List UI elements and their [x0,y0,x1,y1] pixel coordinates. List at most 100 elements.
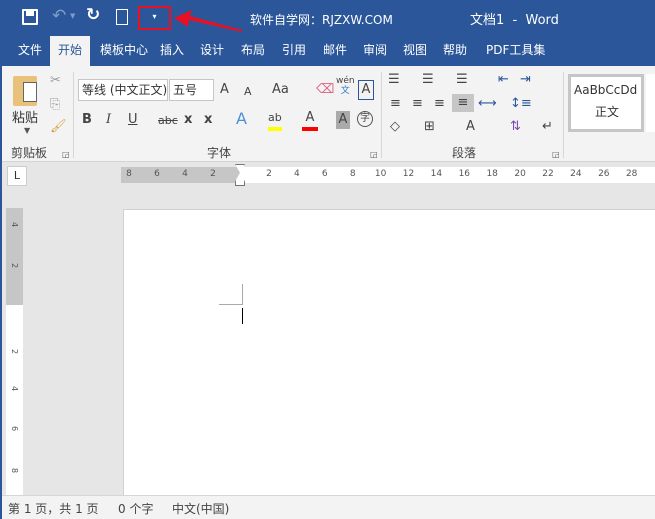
ruler-tick: 10 [374,169,387,179]
paste-icon[interactable] [13,76,37,106]
tab-file[interactable]: 文件 [18,36,42,66]
align-left-icon[interactable]: ≡ [390,95,401,113]
ruler-tick: 8 [349,169,356,179]
ruler-tick: 16 [458,169,471,179]
decrease-indent-icon[interactable]: ⇤ [498,71,509,89]
customize-qat-dropdown-icon[interactable]: ▾ [140,8,169,26]
tab-help[interactable]: 帮助 [443,36,467,66]
format-painter-icon[interactable]: 🖌 [50,118,67,136]
font-group-label: 字体 [207,146,232,160]
redo-icon[interactable]: ↻ [86,5,100,25]
document-page[interactable] [123,209,655,495]
undo-dropdown-icon[interactable]: ▼ [70,12,75,20]
clipboard-group-label: 剪贴板 [11,146,48,160]
site-label: 软件自学网：RJZXW.COM [250,13,393,27]
font-name-combo[interactable]: 等线 (中文正文) [78,79,168,101]
page-count[interactable]: 第 1 页，共 1 页 [8,500,99,517]
character-shading-button[interactable]: A [336,111,350,129]
tab-mailings[interactable]: 邮件 [323,36,347,66]
superscript-button[interactable]: x [204,111,212,129]
bullets-icon[interactable]: ☰ [388,71,400,89]
save-icon[interactable] [22,9,38,25]
ruler-tick: 4 [10,221,19,228]
align-center-icon[interactable]: ≡ [412,95,423,113]
enclose-characters-button[interactable]: 字 [357,111,373,127]
character-border-button[interactable]: A [358,80,374,100]
ruler-tick: 2 [10,348,19,355]
ribbon-tabs: 文件 开始 模板中心 插入 设计 布局 引用 邮件 审阅 视图 帮助 PDF工具… [0,36,655,66]
grow-font-button[interactable]: A [220,81,229,99]
ruler-tick: 14 [430,169,443,179]
margin-corner-mark [219,284,243,305]
justify-icon[interactable]: ≡ [452,94,474,112]
tab-selector[interactable]: L [7,166,27,186]
new-document-icon[interactable] [116,9,128,25]
ruler-tick: 12 [402,169,415,179]
tab-template-center[interactable]: 模板中心 [100,36,148,66]
text-cursor [242,308,243,324]
language[interactable]: 中文(中国) [172,500,229,517]
underline-button[interactable]: U [128,111,138,129]
cut-icon[interactable]: ✂ [50,72,61,90]
show-marks-icon[interactable]: ↵ [542,118,553,136]
increase-indent-icon[interactable]: ⇥ [520,71,531,89]
status-bar: 第 1 页，共 1 页 0 个字 中文(中国) [0,495,655,519]
shrink-font-button[interactable]: A [244,83,252,101]
tab-review[interactable]: 审阅 [363,36,387,66]
align-right-icon[interactable]: ≡ [434,95,445,113]
text-effects-button[interactable]: A [236,110,247,128]
tab-pdf-tools[interactable]: PDF工具集 [486,36,545,66]
line-spacing-icon[interactable]: ↕≡ [510,95,532,113]
tab-insert[interactable]: 插入 [160,36,184,66]
title-bar: ↶ ▼ ↻ ▾ 软件自学网：RJZXW.COM 文档1 - Word [0,0,655,36]
phonetic-bottom: 文 [340,86,350,96]
highlight-button[interactable]: ab [268,109,282,131]
red-arrow-annotation [174,10,242,32]
strikethrough-button[interactable]: abc [158,112,178,130]
style-next[interactable] [646,74,655,132]
copy-icon[interactable]: ⎘ [50,96,60,114]
ruler-tick: 4 [294,169,300,179]
numbering-icon[interactable]: ☰ [422,71,434,89]
tab-home[interactable]: 开始 [50,36,91,66]
sort-icon[interactable]: ⇅ [510,118,521,136]
ruler-tick: 6 [10,425,19,432]
tab-references[interactable]: 引用 [282,36,306,66]
paste-button[interactable]: 粘贴 [12,107,38,126]
italic-button[interactable]: I [106,111,111,129]
multilevel-list-icon[interactable]: ☰ [456,71,468,89]
ruler-tick: 20 [514,169,526,179]
ruler-tick: 2 [210,169,216,179]
style-normal[interactable]: AaBbCcDd 正文 [568,74,644,132]
paragraph-launcher-icon[interactable]: ◲ [552,150,560,159]
clear-formatting-icon[interactable]: ⌫ [316,81,334,99]
ribbon: 粘贴 ▼ ✂ ⎘ 🖌 剪贴板 ◲ 等线 (中文正文) 五号 A A Aa ⌫ w… [0,66,655,162]
ruler-tick: 18 [486,169,498,179]
shading-icon[interactable]: ◇ [390,118,400,136]
style-normal-label: 正文 [595,105,620,119]
asian-layout-icon[interactable]: A [466,118,475,136]
word-count[interactable]: 0 个字 [118,500,153,517]
paste-dropdown-icon[interactable]: ▼ [24,126,30,135]
font-launcher-icon[interactable]: ◲ [370,150,378,159]
change-case-button[interactable]: Aa [272,81,289,99]
distributed-icon[interactable]: ⟷ [478,95,497,113]
vertical-ruler[interactable]: 4 2 2 4 6 8 [6,208,23,495]
phonetic-guide-button[interactable]: wén 文 [336,76,355,96]
clipboard-launcher-icon[interactable]: ◲ [62,150,70,159]
undo-icon[interactable]: ↶ [52,6,66,26]
document-title: 文档1 - Word [470,13,559,28]
borders-icon[interactable]: ⊞ [424,118,435,136]
font-color-button[interactable]: A [302,109,318,131]
tab-design[interactable]: 设计 [200,36,224,66]
tab-view[interactable]: 视图 [403,36,427,66]
horizontal-ruler[interactable]: 8 6 4 2 2 4 6 8 10 12 14 16 18 20 22 24 26 28 [121,164,655,186]
bold-button[interactable]: B [82,111,92,129]
font-size-combo[interactable]: 五号 [169,79,214,101]
qat-highlight-box: ▾ [138,6,171,30]
phonetic-top: wén [336,76,355,86]
ruler-tick: 8 [10,467,19,474]
tab-layout[interactable]: 布局 [241,36,265,66]
subscript-button[interactable]: x [184,111,192,129]
ruler-tick: 8 [126,169,132,179]
